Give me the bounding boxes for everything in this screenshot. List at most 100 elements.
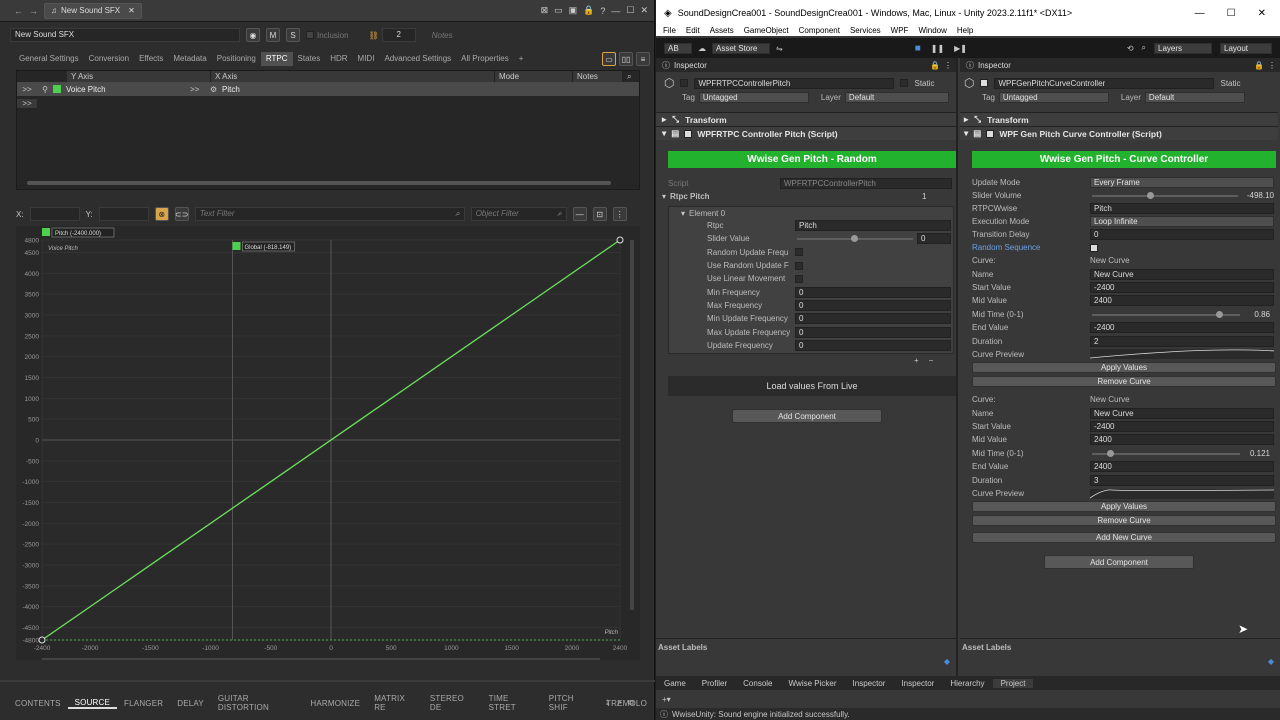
add-element-button[interactable]: +: [914, 356, 919, 365]
apply-values-button[interactable]: Apply Values: [972, 362, 1276, 374]
execution-mode-dropdown[interactable]: Loop Infinite: [1090, 216, 1274, 227]
menu-icon[interactable]: ⋮: [944, 61, 956, 70]
field-value[interactable]: 0: [795, 299, 951, 311]
enabled-checkbox[interactable]: [684, 129, 693, 138]
minimize-icon[interactable]: —: [611, 6, 620, 16]
graph-horizontal-scrollbar[interactable]: [42, 658, 600, 660]
search-icon[interactable]: ⌕: [1142, 43, 1146, 53]
object-name-field[interactable]: New Sound SFX: [10, 28, 240, 42]
tag-icon[interactable]: ◆: [1268, 657, 1274, 666]
effect-tab[interactable]: TIME STRET: [482, 694, 542, 712]
notes-field[interactable]: Notes: [432, 31, 453, 40]
wwise-gen-pitch-curve-button[interactable]: Wwise Gen Pitch - Curve Controller: [972, 151, 1276, 168]
table-row-empty[interactable]: >>: [17, 96, 639, 110]
menu-window[interactable]: Window: [913, 26, 951, 35]
step-icon[interactable]: ▶❚: [954, 44, 967, 53]
layout-split-icon[interactable]: ▯▯: [619, 52, 633, 66]
field-checkbox[interactable]: [795, 274, 803, 283]
tab-all-properties[interactable]: All Properties: [456, 52, 514, 66]
asset-store-button[interactable]: Asset Store: [712, 42, 770, 54]
remove-curve-button[interactable]: Remove Curve: [972, 376, 1276, 388]
mid-time-value[interactable]: 0.86: [1254, 310, 1270, 319]
add-rtpc-button[interactable]: >>: [17, 98, 37, 108]
download-icon[interactable]: ⤓: [606, 698, 610, 708]
script-header[interactable]: ▾ ▤ WPF Gen Pitch Curve Controller (Scrip…: [960, 126, 1278, 140]
tag-dropdown[interactable]: Untagged: [998, 92, 1109, 103]
menu-edit[interactable]: Edit: [681, 26, 705, 35]
menu-wpf[interactable]: WPF: [886, 26, 914, 35]
layout-single-icon[interactable]: ▭: [602, 52, 616, 66]
tab-positioning[interactable]: Positioning: [212, 52, 261, 66]
enabled-checkbox[interactable]: [986, 129, 995, 138]
tab-metadata[interactable]: Metadata: [168, 52, 211, 66]
tab-midi[interactable]: MIDI: [353, 52, 380, 66]
effect-tab[interactable]: MATRIX RE: [367, 694, 423, 712]
mid-time-knob[interactable]: [1106, 449, 1114, 457]
window-tab-profiler[interactable]: Profiler: [694, 679, 735, 688]
random-sequence-checkbox[interactable]: [1090, 243, 1098, 252]
tab-general-settings[interactable]: General Settings: [14, 52, 84, 66]
cloud-icon[interactable]: ☁: [698, 44, 706, 53]
tab-new-sound-sfx[interactable]: ♫ New Sound SFX ✕: [44, 2, 142, 19]
maximize-icon[interactable]: ☐: [1227, 8, 1236, 19]
x-coord-field[interactable]: [29, 207, 80, 221]
add-new-curve-button[interactable]: Add New Curve: [972, 532, 1276, 544]
curve-field-value[interactable]: 3: [1090, 474, 1274, 486]
mid-time-track[interactable]: [1092, 452, 1240, 455]
close-icon[interactable]: ✕: [1258, 8, 1266, 19]
search-icon[interactable]: ⌕: [627, 72, 631, 82]
active-checkbox[interactable]: [680, 79, 689, 87]
field-checkbox[interactable]: [795, 261, 803, 270]
curve-field-value[interactable]: 2400: [1090, 434, 1274, 446]
tag-dropdown[interactable]: Untagged: [698, 92, 809, 103]
field-value[interactable]: 0: [795, 339, 951, 351]
effect-tab[interactable]: HARMONIZE: [303, 699, 367, 708]
x-axis-value[interactable]: Pitch: [222, 85, 240, 94]
save-icon[interactable]: ▣: [569, 5, 578, 16]
rtpc-pitch-row[interactable]: ▾ Rtpc Pitch 1: [662, 192, 954, 201]
tab-rtpc[interactable]: RTPC: [260, 52, 293, 66]
speaker-icon[interactable]: ◉: [246, 28, 260, 42]
pause-icon[interactable]: ❚❚: [931, 44, 944, 53]
menu-gameobject[interactable]: GameObject: [739, 26, 794, 35]
effect-tab[interactable]: PITCH SHIF: [542, 694, 599, 712]
add-component-button[interactable]: Add Component: [732, 409, 882, 423]
window-tab-inspector[interactable]: Inspector: [893, 679, 942, 688]
tab-advanced-settings[interactable]: Advanced Settings: [379, 52, 456, 66]
curve-field-value[interactable]: New Curve: [1090, 268, 1274, 280]
layers-dropdown[interactable]: Layers: [1154, 42, 1212, 54]
layout-dropdown[interactable]: Layout: [1220, 42, 1272, 54]
header-notes[interactable]: Notes: [573, 71, 623, 82]
curve-field-value[interactable]: 2: [1090, 335, 1274, 347]
tab-effects[interactable]: Effects: [134, 52, 168, 66]
menu-help[interactable]: Help: [952, 26, 978, 35]
window-tab-hierarchy[interactable]: Hierarchy: [942, 679, 992, 688]
inspector-tab[interactable]: ⓘ Inspector 🔒 ⋮: [960, 58, 1280, 72]
x-axis-expand[interactable]: >>: [190, 85, 210, 94]
expand-button[interactable]: >>: [17, 85, 37, 94]
gameobject-name-field[interactable]: WPFGenPitchCurveController: [994, 77, 1215, 89]
object-filter-input[interactable]: Object Filter ⌕: [470, 207, 567, 221]
static-checkbox[interactable]: [900, 79, 909, 87]
transition-delay-field[interactable]: 0: [1090, 229, 1274, 240]
tag-icon[interactable]: ◆: [944, 657, 950, 666]
collapse-icon[interactable]: —: [572, 207, 587, 221]
script-header[interactable]: ▾ ▤ WPFRTPC Controller Pitch (Script): [656, 126, 956, 140]
link-tool-icon[interactable]: ⊂⊃: [174, 207, 189, 221]
add-icon[interactable]: +▾: [662, 695, 671, 704]
forward-arrow-icon[interactable]: →: [29, 6, 38, 16]
field-value[interactable]: 0: [795, 286, 951, 298]
inclusion-checkbox[interactable]: [306, 31, 314, 39]
slider-knob[interactable]: [851, 235, 858, 243]
rtpc-curve-graph[interactable]: 4800 4500 4000 3500 3000 2500 2000 1500 1000 500 0…: [16, 226, 640, 660]
window-tab-inspector[interactable]: Inspector: [845, 679, 894, 688]
back-arrow-icon[interactable]: ←: [14, 6, 23, 16]
folder-icon[interactable]: ▭: [554, 5, 563, 16]
y-axis-value[interactable]: Voice Pitch: [66, 85, 186, 94]
curve-field-value[interactable]: 2400: [1090, 295, 1274, 307]
curve-field-value[interactable]: 2400: [1090, 461, 1274, 473]
popout-icon[interactable]: ⧉: [628, 698, 634, 708]
header-mode[interactable]: Mode: [495, 71, 573, 82]
layout-icon[interactable]: ⊠: [541, 5, 549, 16]
element-header[interactable]: ▾ Element 0: [669, 207, 953, 219]
